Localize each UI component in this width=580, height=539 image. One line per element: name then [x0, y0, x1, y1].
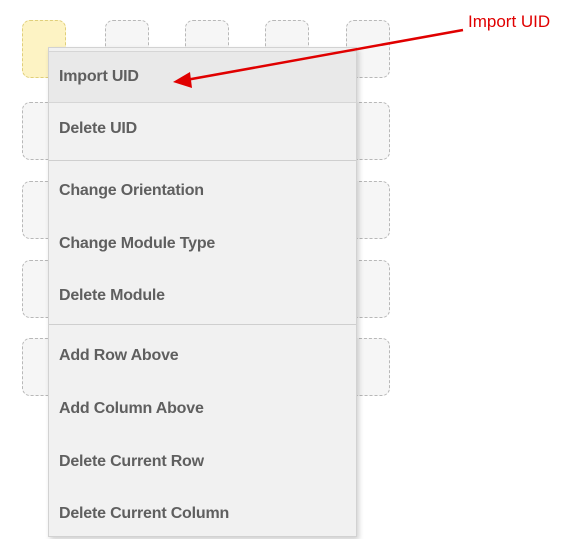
annotation-label: Import UID	[468, 12, 551, 31]
menu-item-label: Change Module Type	[59, 235, 216, 252]
menu-item-delete-current-row[interactable]: Delete Current Row	[49, 437, 356, 487]
menu-item-change-orientation[interactable]: Change Orientation	[49, 166, 356, 216]
context-menu: Import UID Delete UID Change Orientation…	[48, 47, 357, 537]
menu-item-label: Import UID	[59, 68, 139, 85]
menu-item-delete-module[interactable]: Delete Module	[49, 271, 356, 321]
menu-item-delete-current-column[interactable]: Delete Current Column	[49, 489, 356, 539]
menu-item-label: Add Row Above	[59, 347, 179, 364]
menu-item-add-row-above[interactable]: Add Row Above	[49, 331, 356, 381]
menu-item-label: Delete UID	[59, 120, 138, 137]
menu-item-label: Add Column Above	[59, 400, 204, 417]
menu-item-delete-uid[interactable]: Delete UID	[49, 104, 356, 154]
menu-item-label: Delete Current Column	[59, 505, 230, 522]
menu-item-change-module-type[interactable]: Change Module Type	[49, 219, 356, 269]
menu-item-add-column-above[interactable]: Add Column Above	[49, 384, 356, 434]
menu-separator	[49, 324, 356, 325]
menu-item-label: Delete Module	[59, 287, 165, 304]
menu-item-label: Change Orientation	[59, 182, 204, 199]
menu-item-label: Delete Current Row	[59, 453, 204, 470]
menu-item-import-uid[interactable]: Import UID	[49, 51, 356, 103]
menu-separator	[49, 160, 356, 161]
